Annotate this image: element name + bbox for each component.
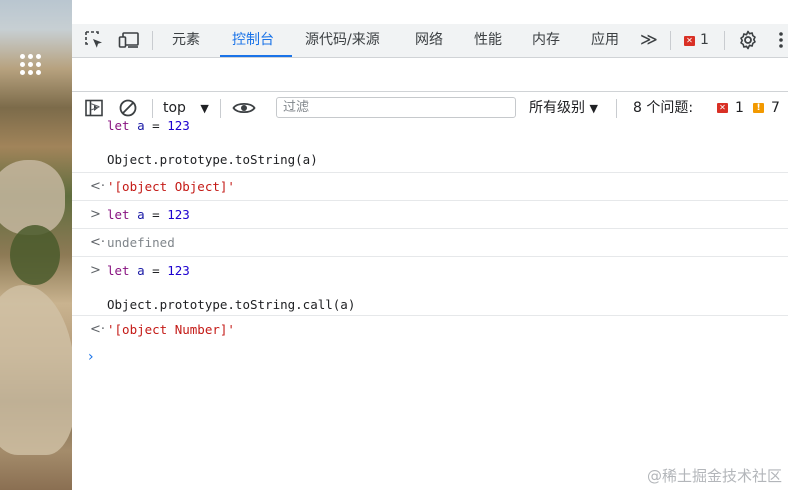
wallpaper-rock bbox=[0, 285, 72, 455]
code-line: let a = 123 bbox=[107, 263, 190, 278]
input-chevron-icon: > bbox=[90, 207, 101, 222]
console-input-entry: > let a = 123 Object.prototype.toString(… bbox=[72, 92, 788, 173]
inspect-element-icon[interactable] bbox=[83, 29, 105, 51]
tab-performance[interactable]: 性能 bbox=[474, 24, 502, 57]
result-arrow-icon: <· bbox=[90, 322, 106, 337]
console-prompt[interactable]: › bbox=[72, 344, 788, 372]
tab-elements[interactable]: 元素 bbox=[172, 24, 200, 57]
input-chevron-icon: > bbox=[90, 100, 101, 115]
apps-grid-icon[interactable] bbox=[20, 54, 41, 75]
more-options-icon[interactable] bbox=[774, 29, 788, 51]
wallpaper-rock bbox=[0, 160, 65, 235]
watermark: @稀土掘金技术社区 bbox=[646, 467, 782, 485]
result-value: undefined bbox=[107, 235, 175, 250]
result-value[interactable]: '[object Object]' bbox=[107, 179, 235, 194]
console-result-entry: <· '[object Number]' bbox=[72, 316, 788, 343]
toolbar-divider bbox=[724, 31, 725, 50]
console-result-entry: <· '[object Object]' bbox=[72, 173, 788, 201]
toolbar-divider bbox=[152, 31, 153, 50]
devtools-panel: 元素 控制台 源代码/来源 网络 性能 内存 应用 ≫ ✕ 1 top ▼ 过滤… bbox=[72, 24, 788, 490]
tab-application[interactable]: 应用 bbox=[591, 24, 619, 57]
device-toolbar-icon[interactable] bbox=[118, 29, 140, 51]
settings-gear-icon[interactable] bbox=[737, 29, 759, 51]
more-tabs-icon[interactable]: ≫ bbox=[640, 24, 658, 57]
tab-memory[interactable]: 内存 bbox=[532, 24, 560, 57]
toolbar-divider bbox=[670, 31, 671, 50]
prompt-chevron-icon: › bbox=[88, 349, 94, 365]
result-arrow-icon: <· bbox=[90, 235, 106, 250]
code-line: let a = 123 bbox=[107, 118, 190, 133]
input-chevron-icon: > bbox=[90, 263, 101, 278]
console-toolbar: top ▼ 所有级别 ▼ 8 个问题: ✕ 1 ! 7 bbox=[72, 58, 788, 118]
console-input-entry: > let a = 123 Object.prototype.toString.… bbox=[72, 257, 788, 316]
console-output: > let a = 123 Object.prototype.toString(… bbox=[72, 92, 788, 490]
result-arrow-icon: <· bbox=[90, 179, 106, 194]
console-input-entry: > let a = 123 bbox=[72, 201, 788, 229]
code-line: Object.prototype.toString.call(a) bbox=[107, 297, 356, 312]
tab-console[interactable]: 控制台 bbox=[232, 24, 274, 57]
code-line: Object.prototype.toString(a) bbox=[107, 152, 318, 167]
tab-sources[interactable]: 源代码/来源 bbox=[305, 24, 380, 57]
desktop-wallpaper bbox=[0, 0, 72, 490]
error-count[interactable]: 1 bbox=[700, 24, 709, 57]
code-line: let a = 123 bbox=[107, 207, 190, 222]
result-value[interactable]: '[object Number]' bbox=[107, 322, 235, 337]
active-tab-indicator bbox=[220, 55, 292, 57]
console-result-entry: <· undefined bbox=[72, 229, 788, 257]
tab-network[interactable]: 网络 bbox=[415, 24, 443, 57]
wallpaper-tree bbox=[10, 225, 60, 285]
devtools-tabbar: 元素 控制台 源代码/来源 网络 性能 内存 应用 ≫ ✕ 1 bbox=[72, 24, 788, 58]
error-icon[interactable]: ✕ bbox=[684, 36, 695, 46]
